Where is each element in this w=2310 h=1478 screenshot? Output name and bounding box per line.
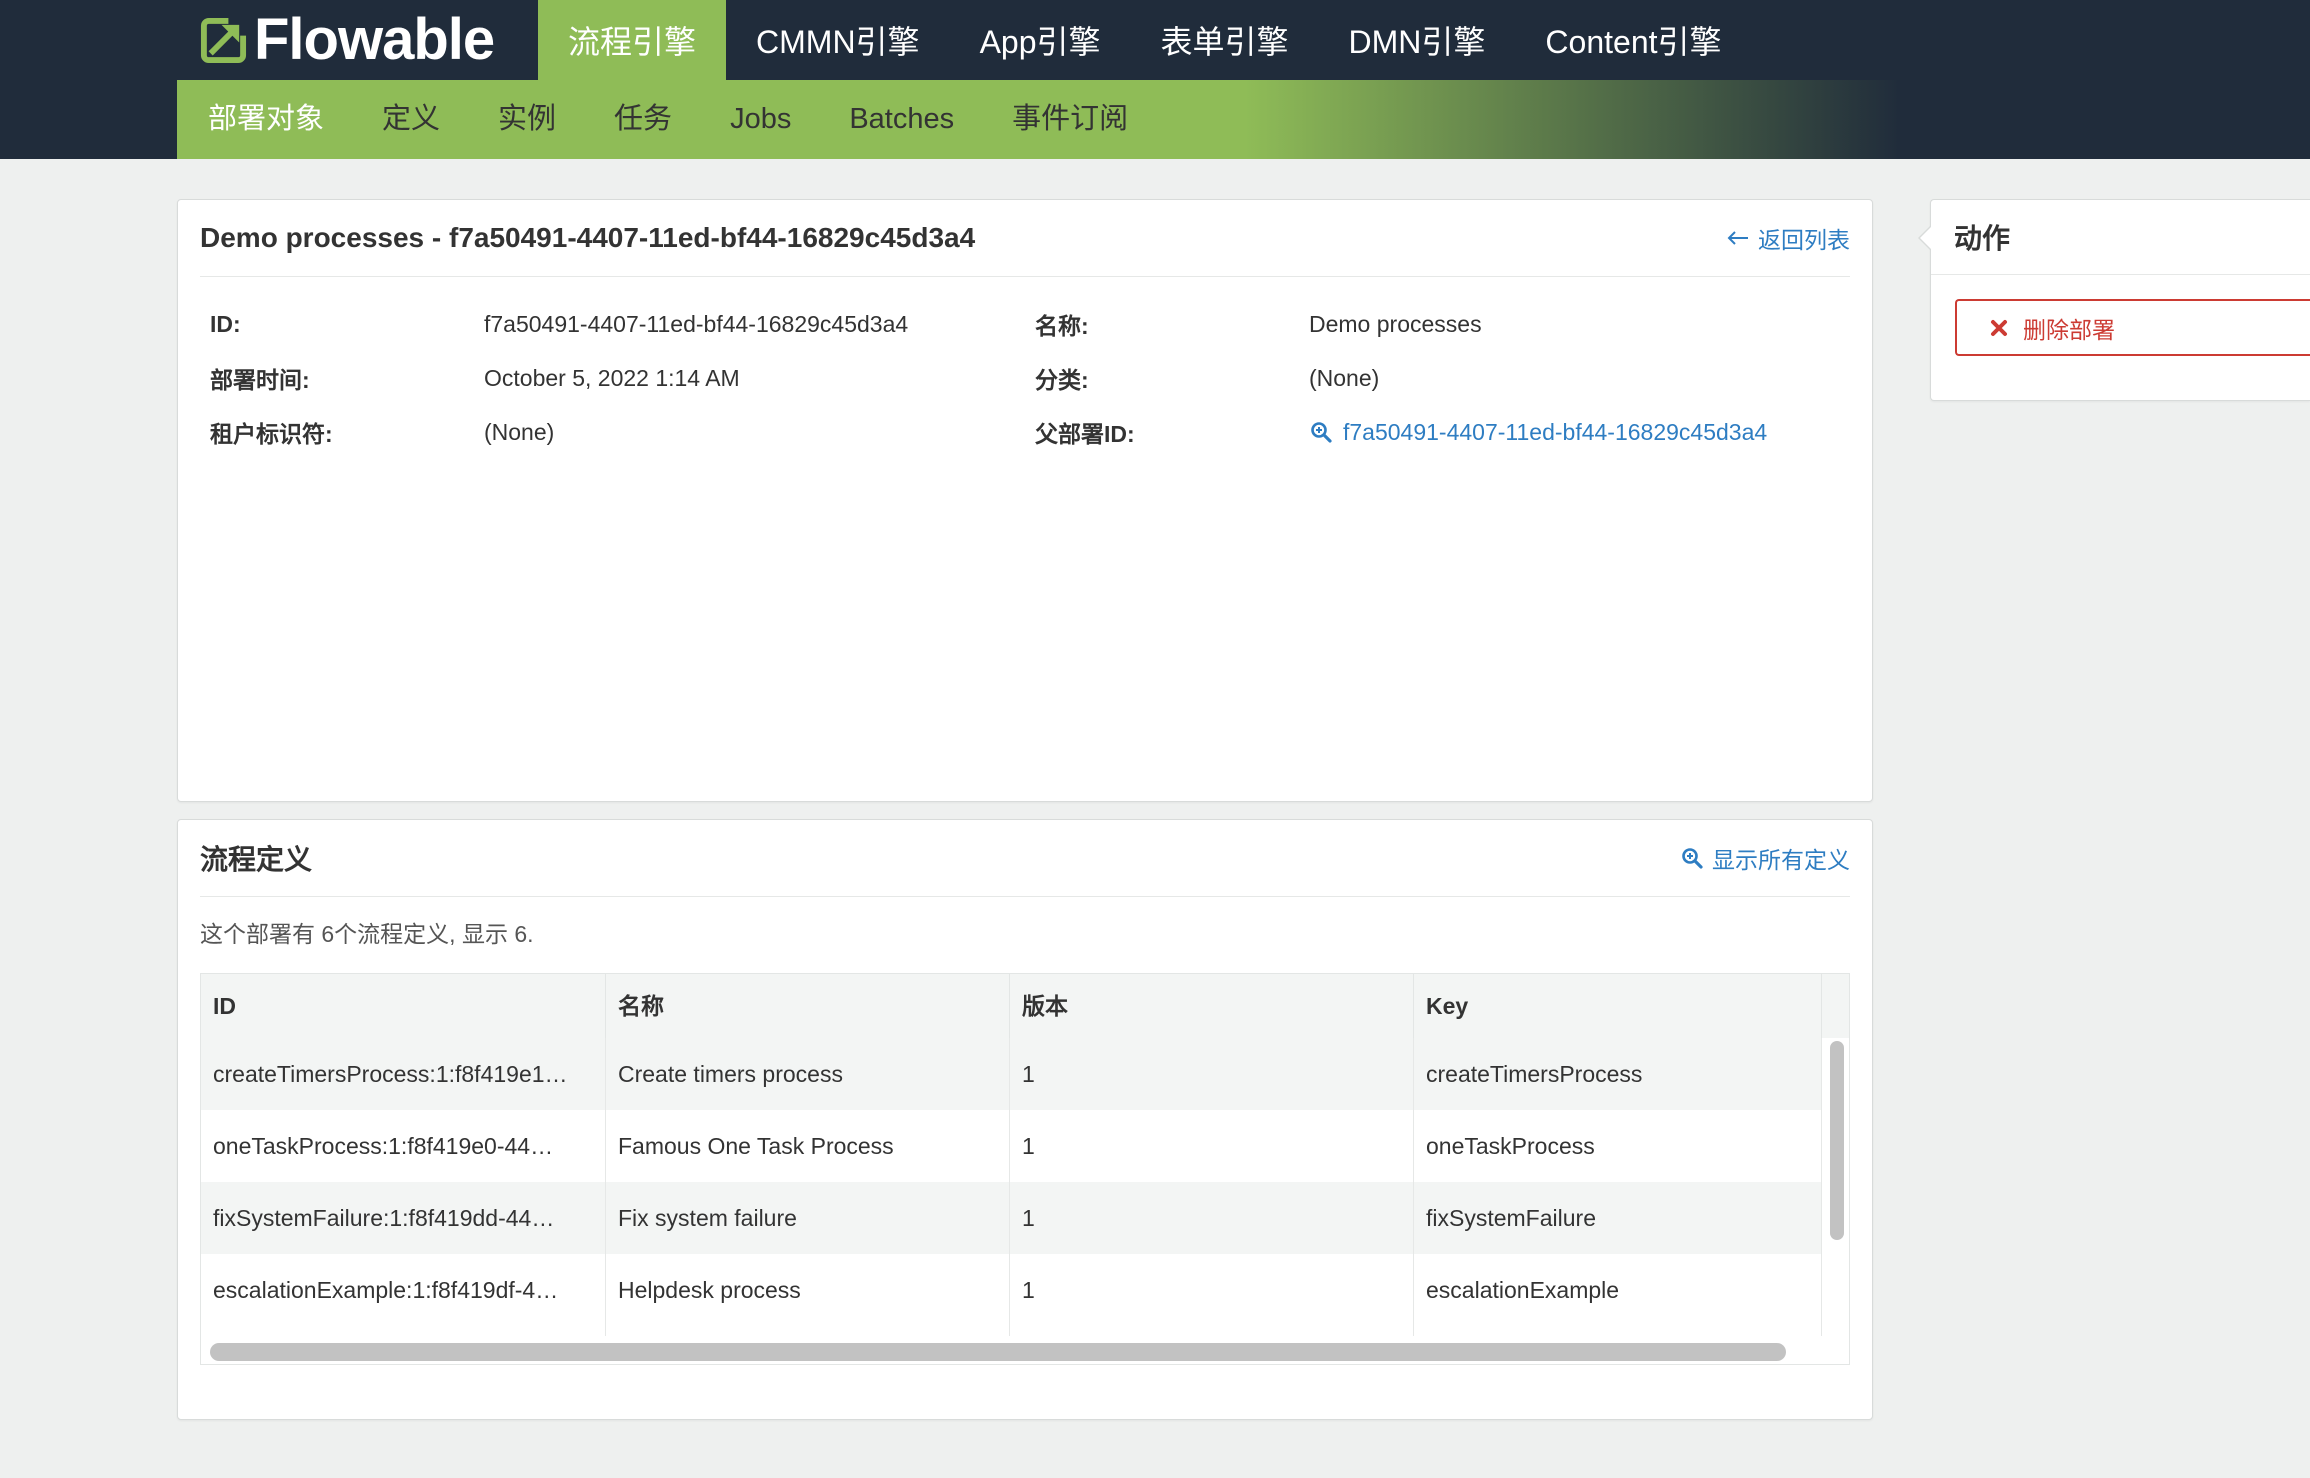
table-row-partial [201,1326,1822,1336]
deploy-time-label: 部署时间: [210,367,310,393]
name-label: 名称: [1035,313,1089,339]
column-header-name[interactable]: 名称 [606,974,1010,1038]
cell-id: oneTaskProcess:1:f8f419e0-44… [201,1110,606,1182]
deployment-panel-header: Demo processes - f7a50491-4407-11ed-bf44… [200,200,1850,277]
process-definitions-panel: 流程定义 显示所有定义 这个部署有 6个流程定义, 显示 6. ID 名称 版本… [177,819,1873,1420]
actions-title: 动作 [1954,223,2011,254]
actions-panel: 动作 删除部署 [1918,199,2310,401]
tenant-id-value: (None) [484,418,555,445]
cell-name: Helpdesk process [606,1254,1010,1326]
show-all-definitions-label: 显示所有定义 [1712,847,1850,873]
category-value: (None) [1309,364,1380,391]
cell-name: Famous One Task Process [606,1110,1010,1182]
tab-cmmn-engine[interactable]: CMMN引擎 [726,0,950,80]
cell-key: oneTaskProcess [1414,1110,1822,1182]
tab-form-engine[interactable]: 表单引擎 [1131,0,1319,80]
subnav-deployments[interactable]: 部署对象 [179,80,353,159]
column-header-version[interactable]: 版本 [1010,974,1414,1038]
tab-content-engine[interactable]: Content引擎 [1515,0,1751,80]
subnav-definitions[interactable]: 定义 [353,80,469,159]
close-icon [1989,318,2009,338]
subnav-tasks[interactable]: 任务 [585,80,701,159]
cell-key: fixSystemFailure [1414,1182,1822,1254]
table-row[interactable]: fixSystemFailure:1:f8f419dd-44… Fix syst… [201,1182,1822,1254]
definitions-panel-header: 流程定义 显示所有定义 [200,820,1850,897]
cell-empty [1414,1326,1822,1336]
cell-id: createTimersProcess:1:f8f419e1… [201,1038,606,1110]
cell-name: Fix system failure [606,1182,1010,1254]
cell-version: 1 [1010,1038,1414,1110]
search-icon [1309,420,1333,444]
page-title: Demo processes - f7a50491-4407-11ed-bf44… [200,222,976,253]
subnav-jobs[interactable]: Jobs [701,80,820,159]
flowable-logo-icon [199,16,248,65]
show-all-definitions-link[interactable]: 显示所有定义 [1680,841,1850,875]
top-navbar: Flowable 流程引擎 CMMN引擎 App引擎 表单引擎 DMN引擎 Co… [0,0,2310,159]
back-to-list-link[interactable]: 返回列表 [1726,221,1850,255]
deploy-time-value: October 5, 2022 1:14 AM [484,364,740,391]
arrow-left-icon [1726,230,1750,246]
cell-empty [201,1326,606,1336]
definitions-table: ID 名称 版本 Key createTimersProcess:1:f8f41… [200,973,1850,1365]
cell-empty [1010,1326,1414,1336]
cell-id: escalationExample:1:f8f419df-4… [201,1254,606,1326]
id-value: f7a50491-4407-11ed-bf44-16829c45d3a4 [484,310,909,337]
definitions-title: 流程定义 [200,844,313,875]
search-icon [1680,846,1704,870]
cell-version: 1 [1010,1182,1414,1254]
column-header-id[interactable]: ID [201,974,606,1038]
table-row[interactable]: escalationExample:1:f8f419df-4… Helpdesk… [201,1254,1822,1326]
deployment-detail-panel: Demo processes - f7a50491-4407-11ed-bf44… [177,199,1873,802]
horizontal-scrollbar[interactable] [210,1343,1786,1361]
cell-version: 1 [1010,1110,1414,1182]
id-label: ID: [210,310,241,337]
cell-version: 1 [1010,1254,1414,1326]
table-row[interactable]: createTimersProcess:1:f8f419e1… Create t… [201,1038,1822,1110]
engine-nav: 流程引擎 CMMN引擎 App引擎 表单引擎 DMN引擎 Content引擎 [538,0,1752,80]
name-value: Demo processes [1309,310,1482,337]
delete-deployment-label: 删除部署 [2023,316,2115,343]
tab-process-engine[interactable]: 流程引擎 [538,0,727,80]
parent-deployment-label: 父部署ID: [1035,421,1135,447]
parent-deployment-link[interactable]: f7a50491-4407-11ed-bf44-16829c45d3a4 [1309,419,1829,446]
delete-deployment-button[interactable]: 删除部署 [1955,299,2310,356]
vertical-scrollbar[interactable] [1830,1041,1844,1240]
cell-id: fixSystemFailure:1:f8f419dd-44… [201,1182,606,1254]
table-header: ID 名称 版本 Key [201,974,1849,1038]
cell-key: createTimersProcess [1414,1038,1822,1110]
parent-deployment-value: f7a50491-4407-11ed-bf44-16829c45d3a4 [1343,418,1768,445]
actions-panel-header: 动作 [1931,200,2310,275]
category-label: 分类: [1035,367,1089,393]
subnav-instances[interactable]: 实例 [469,80,585,159]
subnav-batches[interactable]: Batches [820,80,983,159]
definitions-summary: 这个部署有 6个流程定义, 显示 6. [200,921,534,947]
table-body: createTimersProcess:1:f8f419e1… Create t… [201,1038,1822,1336]
cell-empty [606,1326,1010,1336]
flowable-logo[interactable]: Flowable [199,0,495,80]
back-to-list-label: 返回列表 [1758,227,1850,253]
cell-key: escalationExample [1414,1254,1822,1326]
tenant-id-label: 租户标识符: [210,421,333,447]
subnav-event-subscriptions[interactable]: 事件订阅 [983,80,1157,159]
cell-name: Create timers process [606,1038,1010,1110]
table-row[interactable]: oneTaskProcess:1:f8f419e0-44… Famous One… [201,1110,1822,1182]
column-header-key[interactable]: Key [1414,974,1822,1038]
deployment-details: ID: f7a50491-4407-11ed-bf44-16829c45d3a4… [210,297,1829,459]
logo-text: Flowable [254,7,495,72]
sub-nav: 部署对象 定义 实例 任务 Jobs Batches 事件订阅 [177,80,1900,159]
tab-app-engine[interactable]: App引擎 [950,0,1131,80]
tab-dmn-engine[interactable]: DMN引擎 [1319,0,1516,80]
